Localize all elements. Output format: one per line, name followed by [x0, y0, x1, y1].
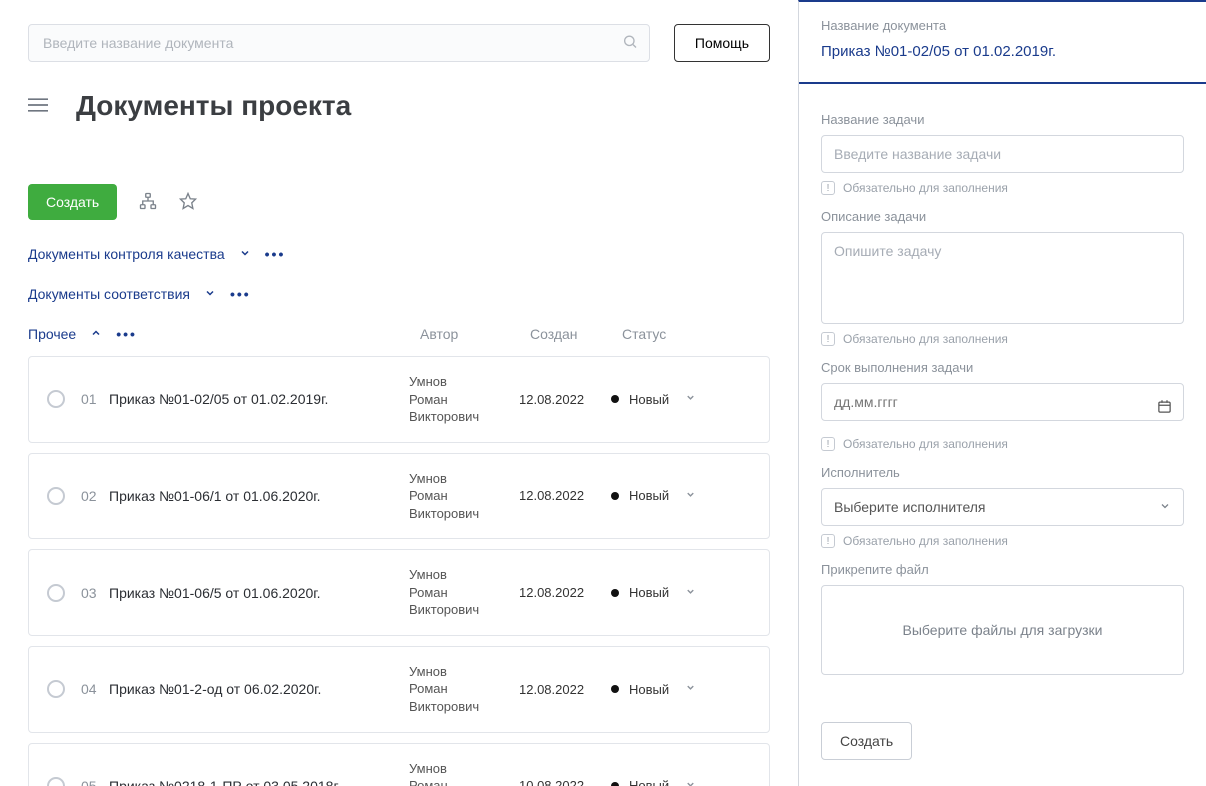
- row-created: 12.08.2022: [519, 392, 611, 407]
- more-icon[interactable]: •••: [116, 326, 137, 342]
- chevron-down-icon: [685, 779, 696, 786]
- required-hint: ! Обязательно для заполнения: [821, 437, 1184, 451]
- required-hint: ! Обязательно для заполнения: [821, 181, 1184, 195]
- panel-doc-label: Название документа: [821, 18, 1184, 33]
- main-area: Помощь Документы проекта Создать Докумен…: [0, 0, 798, 786]
- row-index: 04: [81, 681, 109, 697]
- row-author: УмновРоманВикторович: [409, 470, 519, 523]
- row-created: 12.08.2022: [519, 488, 611, 503]
- menu-icon[interactable]: [28, 97, 48, 116]
- chevron-down-icon: [685, 682, 696, 696]
- panel-create-button[interactable]: Создать: [821, 722, 912, 760]
- row-title: Приказ №01-06/5 от 01.06.2020г.: [109, 585, 409, 601]
- row-status[interactable]: Новый: [611, 585, 721, 600]
- table-row[interactable]: 01Приказ №01-02/05 от 01.02.2019г.УмновР…: [28, 356, 770, 443]
- task-name-label: Название задачи: [821, 112, 1184, 127]
- category-quality[interactable]: Документы контроля качества •••: [28, 246, 770, 262]
- file-dropzone[interactable]: Выберите файлы для загрузки: [821, 585, 1184, 675]
- row-radio[interactable]: [47, 487, 65, 505]
- info-icon: !: [821, 332, 835, 346]
- table-row[interactable]: 05Приказ №0218-1-ПР от 03.05.2018г.Умнов…: [28, 743, 770, 786]
- row-status[interactable]: Новый: [611, 488, 721, 503]
- task-desc-input[interactable]: [821, 232, 1184, 324]
- panel-doc-title: Приказ №01-02/05 от 01.02.2019г.: [821, 43, 1184, 60]
- task-desc-label: Описание задачи: [821, 209, 1184, 224]
- panel-header: Название документа Приказ №01-02/05 от 0…: [799, 2, 1206, 84]
- side-panel: Название документа Приказ №01-02/05 от 0…: [798, 0, 1206, 786]
- star-icon[interactable]: [179, 192, 197, 213]
- attach-label: Прикрепите файл: [821, 562, 1184, 577]
- category-label: Документы соответствия: [28, 286, 190, 302]
- status-dot-icon: [611, 685, 619, 693]
- th-created: Создан: [530, 326, 622, 342]
- chevron-up-icon: [90, 326, 102, 342]
- required-hint: ! Обязательно для заполнения: [821, 332, 1184, 346]
- status-dot-icon: [611, 589, 619, 597]
- row-radio[interactable]: [47, 390, 65, 408]
- search-box: [28, 24, 650, 62]
- category-other[interactable]: Прочее •••: [28, 326, 420, 342]
- row-status[interactable]: Новый: [611, 778, 721, 786]
- row-author: УмновРоманВикторович: [409, 663, 519, 716]
- row-title: Приказ №0218-1-ПР от 03.05.2018г.: [109, 778, 409, 786]
- due-label: Срок выполнения задачи: [821, 360, 1184, 375]
- table-row[interactable]: 04Приказ №01-2-од от 06.02.2020г.УмновРо…: [28, 646, 770, 733]
- row-author: УмновРоманВикторович: [409, 760, 519, 786]
- category-label: Документы контроля качества: [28, 246, 225, 262]
- page-title: Документы проекта: [76, 90, 351, 122]
- calendar-icon[interactable]: [1157, 399, 1172, 417]
- row-index: 03: [81, 585, 109, 601]
- status-dot-icon: [611, 395, 619, 403]
- create-button[interactable]: Создать: [28, 184, 117, 220]
- chevron-down-icon: [685, 586, 696, 600]
- more-icon[interactable]: •••: [265, 246, 286, 262]
- table-row[interactable]: 02Приказ №01-06/1 от 01.06.2020г.УмновРо…: [28, 453, 770, 540]
- due-date-input[interactable]: [821, 383, 1184, 421]
- row-title: Приказ №01-2-од от 06.02.2020г.: [109, 681, 409, 697]
- row-radio[interactable]: [47, 584, 65, 602]
- assignee-label: Исполнитель: [821, 465, 1184, 480]
- task-name-input[interactable]: [821, 135, 1184, 173]
- row-index: 05: [81, 778, 109, 786]
- row-created: 12.08.2022: [519, 585, 611, 600]
- chevron-down-icon: [685, 392, 696, 406]
- chevron-down-icon: [685, 489, 696, 503]
- info-icon: !: [821, 181, 835, 195]
- row-status[interactable]: Новый: [611, 682, 721, 697]
- info-icon: !: [821, 437, 835, 451]
- more-icon[interactable]: •••: [230, 286, 251, 302]
- chevron-down-icon: [239, 246, 251, 262]
- row-title: Приказ №01-06/1 от 01.06.2020г.: [109, 488, 409, 504]
- status-dot-icon: [611, 782, 619, 786]
- help-button[interactable]: Помощь: [674, 24, 770, 62]
- hierarchy-icon[interactable]: [139, 192, 157, 213]
- row-status[interactable]: Новый: [611, 392, 721, 407]
- chevron-down-icon: [1159, 499, 1171, 515]
- row-created: 12.08.2022: [519, 682, 611, 697]
- category-compliance[interactable]: Документы соответствия •••: [28, 286, 770, 302]
- chevron-down-icon: [204, 286, 216, 302]
- row-created: 10.08.2022: [519, 778, 611, 786]
- row-radio[interactable]: [47, 680, 65, 698]
- row-index: 01: [81, 391, 109, 407]
- row-title: Приказ №01-02/05 от 01.02.2019г.: [109, 391, 409, 407]
- row-author: УмновРоманВикторович: [409, 566, 519, 619]
- table-row[interactable]: 03Приказ №01-06/5 от 01.06.2020г.УмновРо…: [28, 549, 770, 636]
- row-index: 02: [81, 488, 109, 504]
- th-author: Автор: [420, 326, 530, 342]
- th-status: Статус: [622, 326, 732, 342]
- info-icon: !: [821, 534, 835, 548]
- category-label: Прочее: [28, 326, 76, 342]
- assignee-select[interactable]: Выберите исполнителя: [821, 488, 1184, 526]
- required-hint: ! Обязательно для заполнения: [821, 534, 1184, 548]
- search-input[interactable]: [28, 24, 650, 62]
- search-icon[interactable]: [622, 34, 638, 53]
- row-author: УмновРоманВикторович: [409, 373, 519, 426]
- row-radio[interactable]: [47, 777, 65, 786]
- status-dot-icon: [611, 492, 619, 500]
